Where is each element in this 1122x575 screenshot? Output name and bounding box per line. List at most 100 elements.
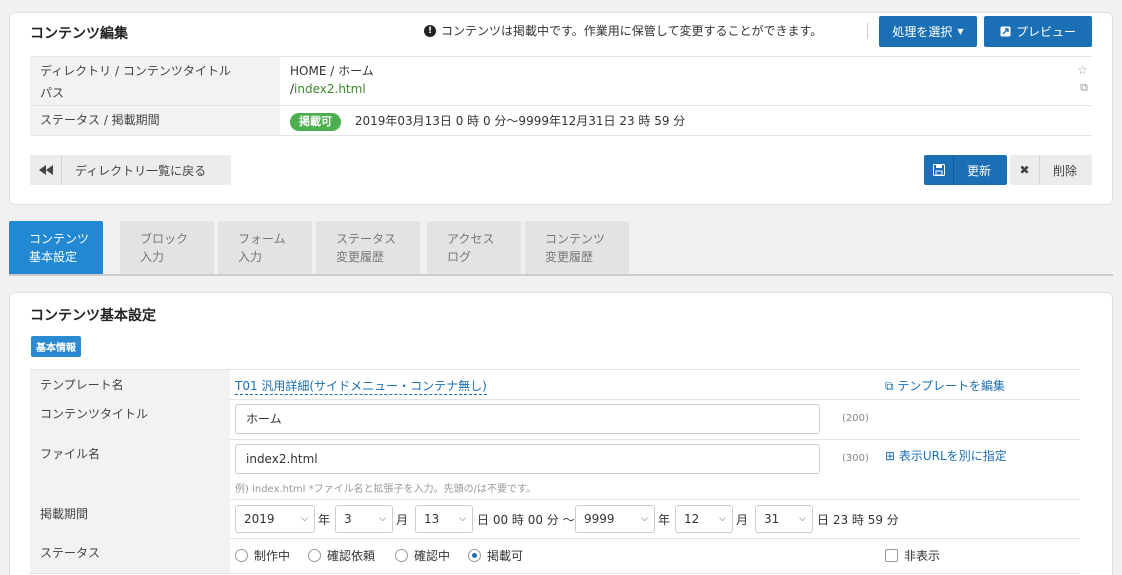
chevron-down-icon: ⌵ [641,514,648,524]
tab-line1: フォーム [238,232,286,246]
tab-line1: ブロック [140,232,189,246]
status-badge: 掲載可 [290,113,341,131]
radio-label: 掲載可 [487,549,524,563]
path-label: ディレクトリ / コンテンツタイトル パス [30,57,280,105]
file-name-hint: 例) index.html *ファイル名と拡張子を入力。先頭の/は不要です。 [235,484,536,495]
alt-url-link[interactable]: ⊞ 表示URLを別に指定 [885,447,1007,464]
delete-label: 削除 [1053,163,1078,178]
tab-block-input[interactable]: ブロック 入力 [120,221,214,275]
template-label: テンプレート名 [30,370,230,399]
preview-label: プレビュー [1015,25,1076,39]
tab-line2: 変更履歴 [545,250,594,264]
file-name-input[interactable]: index2.html [235,444,820,474]
path-label-line1: ディレクトリ / コンテンツタイトル [40,64,231,78]
content-title-count: (200) [842,413,869,424]
chevron-down-icon: ⌵ [799,514,806,524]
edit-template-label: テンプレートを編集 [897,379,1006,393]
update-button[interactable]: 更新 [924,155,1007,185]
select-action-button[interactable]: 処理を選択 ▼ [879,16,977,47]
tab-line1: コンテンツ [545,232,606,246]
period-label: 掲載期間 [30,499,230,538]
content-title-row: コンテンツタイトル ホーム (200) [30,399,1080,440]
start-month-select[interactable]: 3 ⌵ [335,505,393,533]
section-title: コンテンツ基本設定 [30,308,156,324]
basic-info-badge: 基本情報 [31,336,81,357]
preview-button[interactable]: プレビュー [984,16,1092,47]
end-year-value: 9999 [584,512,615,526]
tab-content-basic[interactable]: コンテンツ 基本設定 [9,221,103,275]
template-value: T01 汎用詳細(サイドメニュー・コンテナ無し) ⧉ テンプレートを編集 [230,370,1080,399]
start-year-select[interactable]: 2019 ⌵ [235,505,315,533]
radio-in-production[interactable]: 制作中 [235,547,290,564]
status-notice: ! コンテンツは掲載中です。作業用に保管して変更することができます。 [424,22,822,39]
end-day-value: 31 [764,512,780,526]
path-label-line2: パス [40,86,65,100]
tab-underline [9,274,1113,276]
radio-circle [395,549,408,562]
tab-line1: アクセス [447,232,495,246]
select-action-label: 処理を選択 [892,25,953,39]
content-edit-panel: コンテンツ編集 ! コンテンツは掲載中です。作業用に保管して変更することができま… [9,12,1113,205]
delete-button[interactable]: ✖ 削除 [1010,155,1092,185]
start-day-select[interactable]: 13 ⌵ [415,505,473,533]
file-name-label: ファイル名 [30,439,230,499]
caret-down-icon: ▼ [957,27,964,36]
file-name-value: index2.html (300) ⊞ 表示URLを別に指定 例) index.… [230,439,1080,499]
chevron-down-icon: ⌵ [379,514,386,524]
tab-line2: 入力 [140,250,165,264]
radio-label: 確認依頼 [327,549,376,563]
info-icon: ! [424,24,436,37]
radio-under-review[interactable]: 確認中 [395,547,450,564]
tab-line1: コンテンツ [29,232,90,246]
end-year-select[interactable]: 9999 ⌵ [575,505,655,533]
external-link-icon: ⧉ [885,379,894,393]
alt-url-label: 表示URLを別に指定 [898,449,1007,463]
path-value: HOME / ホーム /index2.html ☆ ⧉ [280,57,1090,105]
status-period: 2019年03月13日 0 時 0 分〜9999年12月31日 23 時 59 … [354,114,686,128]
radio-circle [308,549,321,562]
tab-status-history[interactable]: ステータス 変更履歴 [316,221,420,275]
hidden-label: 非表示 [904,549,941,563]
radio-circle-selected [468,549,481,562]
file-name-count: (300) [842,453,869,464]
start-month-value: 3 [344,512,352,526]
status-value: 掲載可 2019年03月13日 0 時 0 分〜9999年12月31日 23 時… [280,106,1090,135]
divider [867,23,868,39]
end-month-select[interactable]: 12 ⌵ [675,505,733,533]
template-link[interactable]: T01 汎用詳細(サイドメニュー・コンテナ無し) [235,377,487,395]
period-row: 掲載期間 2019 ⌵ 年 3 ⌵ 月 13 ⌵ 日 00 時 00 分 〜 9999… [30,499,1080,539]
star-icon[interactable]: ☆ [1077,61,1088,79]
path-row: ディレクトリ / コンテンツタイトル パス HOME / ホーム /index2… [30,56,1092,106]
page-title: コンテンツ編集 [30,26,128,42]
chevron-down-icon: ⌵ [301,514,308,524]
update-label: 更新 [967,163,992,178]
radio-review-request[interactable]: 確認依頼 [308,547,375,564]
path-link[interactable]: index2.html [294,82,366,96]
tab-access-log[interactable]: アクセス ログ [427,221,521,275]
year-unit: 年 [658,513,671,527]
back-to-directory-button[interactable]: ディレクトリ一覧に戻る [30,155,231,185]
content-title-value: ホーム (200) [230,399,1080,439]
file-name-row: ファイル名 index2.html (300) ⊞ 表示URLを別に指定 例) … [30,439,1080,500]
checkbox [885,549,898,562]
edit-template-link[interactable]: ⧉ テンプレートを編集 [885,377,1005,394]
status-notice-text: コンテンツは掲載中です。作業用に保管して変更することができます。 [441,24,823,38]
chevron-down-icon: ⌵ [719,514,726,524]
content-title-label: コンテンツタイトル [30,399,230,439]
period-value: 2019 ⌵ 年 3 ⌵ 月 13 ⌵ 日 00 時 00 分 〜 9999 ⌵ 年 1… [230,499,1080,538]
tab-line1: ステータス [336,232,397,246]
tab-line2: 基本設定 [29,250,78,264]
copy-icon[interactable]: ⧉ [1080,79,1088,97]
tab-line2: ログ [447,250,472,264]
year-unit: 年 [318,513,331,527]
tab-form-input[interactable]: フォーム 入力 [218,221,312,275]
tab-content-history[interactable]: コンテンツ 変更履歴 [525,221,629,275]
hidden-checkbox[interactable]: 非表示 [885,547,940,564]
content-title-input[interactable]: ホーム [235,404,820,434]
directory-title-value: HOME / ホーム [290,64,374,78]
end-day-select[interactable]: 31 ⌵ [755,505,813,533]
radio-publishable[interactable]: 掲載可 [468,547,523,564]
status-label: ステータス / 掲載期間 [30,106,280,135]
month-unit: 月 [396,513,409,527]
status-options-label: ステータス [30,538,230,573]
